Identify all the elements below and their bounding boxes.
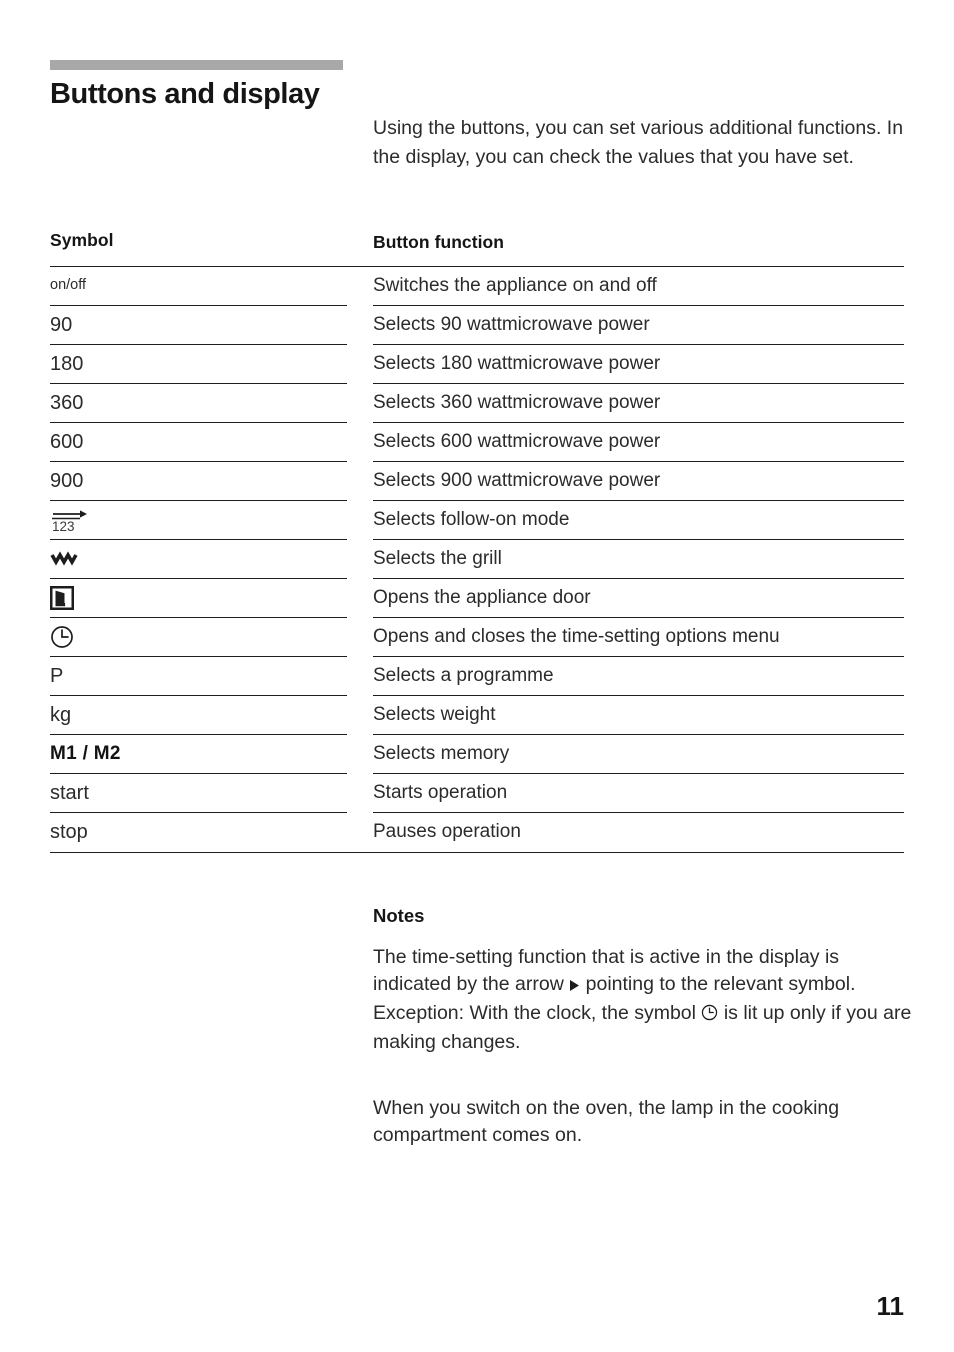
table-row: kg Selects weight: [50, 695, 904, 735]
cell-function: Selects the grill: [373, 539, 904, 579]
cell-function: Selects a programme: [373, 656, 904, 696]
function-label: Selects 900 wattmicrowave power: [373, 470, 661, 491]
function-label: Opens and closes the time-setting option…: [373, 626, 780, 647]
door-open-icon: [50, 585, 74, 610]
symbol-label: 900: [50, 469, 84, 492]
grill-wave-icon: [50, 550, 80, 567]
notes-text-part-2: pointing to the relevant symbol.: [585, 973, 856, 995]
table-row: 900 Selects 900 wattmicrowave power: [50, 461, 904, 501]
document-page: Buttons and display Using the buttons, y…: [0, 0, 954, 1352]
symbol-label: 90: [50, 313, 73, 336]
function-label: Selects 360 wattmicrowave power: [373, 392, 661, 413]
cell-symbol: P: [50, 656, 347, 696]
table-row: start Starts operation: [50, 773, 904, 813]
cell-function: Starts operation: [373, 773, 904, 813]
function-label: Selects 90 wattmicrowave power: [373, 314, 650, 335]
function-label: Starts operation: [373, 782, 508, 803]
right-triangle-arrow-icon: [564, 973, 586, 1000]
function-label: Selects 600 wattmicrowave power: [373, 431, 661, 452]
symbol-label: stop: [50, 820, 88, 843]
cell-symbol: M1 / M2: [50, 734, 347, 774]
table-row: stop Pauses operation: [50, 812, 904, 851]
cell-symbol: 90: [50, 305, 347, 345]
function-label: Selects a programme: [373, 665, 554, 686]
symbol-label: kg: [50, 703, 72, 726]
table-row: 90 Selects 90 wattmicrowave power: [50, 305, 904, 345]
cell-function: Selects 900 wattmicrowave power: [373, 461, 904, 501]
symbol-label: M1 / M2: [50, 743, 121, 764]
cell-function: Selects 90 wattmicrowave power: [373, 305, 904, 345]
cell-symbol: kg: [50, 695, 347, 735]
page-title: Buttons and display: [50, 78, 320, 110]
table-row: 123 Selects follow-on mode: [50, 500, 904, 540]
table-body: on/off Switches the appliance on and off 9…: [50, 266, 904, 851]
symbol-label: 180: [50, 352, 84, 375]
table-row: Selects the grill: [50, 539, 904, 579]
table-row: on/off Switches the appliance on and off: [50, 266, 904, 306]
table-row: Opens the appliance door: [50, 578, 904, 618]
notes-heading: Notes: [373, 905, 425, 926]
function-label: Switches the appliance on and off: [373, 275, 657, 296]
clock-icon: [696, 1002, 724, 1029]
function-label: Selects the grill: [373, 548, 502, 569]
cell-symbol: stop: [50, 812, 347, 851]
buttons-and-display-table: Symbol Button function on/off Switches th…: [50, 230, 904, 853]
table-row: 180 Selects 180 wattmicrowave power: [50, 344, 904, 384]
table-row: 360 Selects 360 wattmicrowave power: [50, 383, 904, 423]
table-bottom-rule: [50, 852, 904, 853]
arrow-over-123-icon: 123: [50, 505, 90, 535]
column-header-symbol: Symbol: [50, 230, 114, 250]
cell-function: Pauses operation: [373, 812, 904, 851]
symbol-label: on/off: [50, 277, 87, 294]
notes-paragraph-2: When you switch on the oven, the lamp in…: [373, 1097, 840, 1146]
cell-symbol: 180: [50, 344, 347, 384]
table-row: Opens and closes the time-setting option…: [50, 617, 904, 657]
function-label: Selects weight: [373, 704, 496, 725]
cell-symbol: 900: [50, 461, 347, 501]
symbol-label: 600: [50, 430, 84, 453]
cell-symbol: on/off: [50, 266, 347, 306]
cell-function: Opens and closes the time-setting option…: [373, 617, 904, 657]
cell-function: Switches the appliance on and off: [373, 266, 904, 306]
cell-function: Selects 600 wattmicrowave power: [373, 422, 904, 462]
table-header-row: Symbol Button function: [50, 230, 904, 268]
cell-symbol: 600: [50, 422, 347, 462]
function-label: Selects follow-on mode: [373, 509, 570, 530]
cell-function: Opens the appliance door: [373, 578, 904, 618]
table-row: 600 Selects 600 wattmicrowave power: [50, 422, 904, 462]
table-row: M1 / M2 Selects memory: [50, 734, 904, 774]
notes-text-part-3: Exception: With the clock, the symbol: [373, 1002, 696, 1024]
cell-function: Selects follow-on mode: [373, 500, 904, 540]
title-accent-bar: [50, 60, 343, 70]
symbol-label: P: [50, 664, 64, 687]
notes-paragraph-1: The time-setting function that is active…: [373, 944, 918, 1056]
function-label: Pauses operation: [373, 821, 521, 842]
page-number: 11: [876, 1291, 905, 1321]
function-label: Opens the appliance door: [373, 587, 591, 608]
cell-function: Selects 180 wattmicrowave power: [373, 344, 904, 384]
cell-symbol: 123: [50, 500, 347, 540]
cell-symbol: [50, 578, 347, 618]
clock-icon: [50, 625, 74, 649]
cell-symbol: 360: [50, 383, 347, 423]
cell-function: Selects weight: [373, 695, 904, 735]
cell-symbol: start: [50, 773, 347, 813]
svg-text:123: 123: [52, 519, 75, 534]
symbol-label: 360: [50, 391, 84, 414]
column-header-function: Button function: [373, 232, 504, 252]
symbol-label: start: [50, 781, 89, 804]
cell-function: Selects 360 wattmicrowave power: [373, 383, 904, 423]
cell-function: Selects memory: [373, 734, 904, 774]
cell-symbol: [50, 617, 347, 657]
table-row: P Selects a programme: [50, 656, 904, 696]
function-label: Selects memory: [373, 743, 510, 764]
function-label: Selects 180 wattmicrowave power: [373, 353, 661, 374]
intro-paragraph: Using the buttons, you can set various a…: [373, 117, 904, 168]
cell-symbol: [50, 539, 347, 579]
